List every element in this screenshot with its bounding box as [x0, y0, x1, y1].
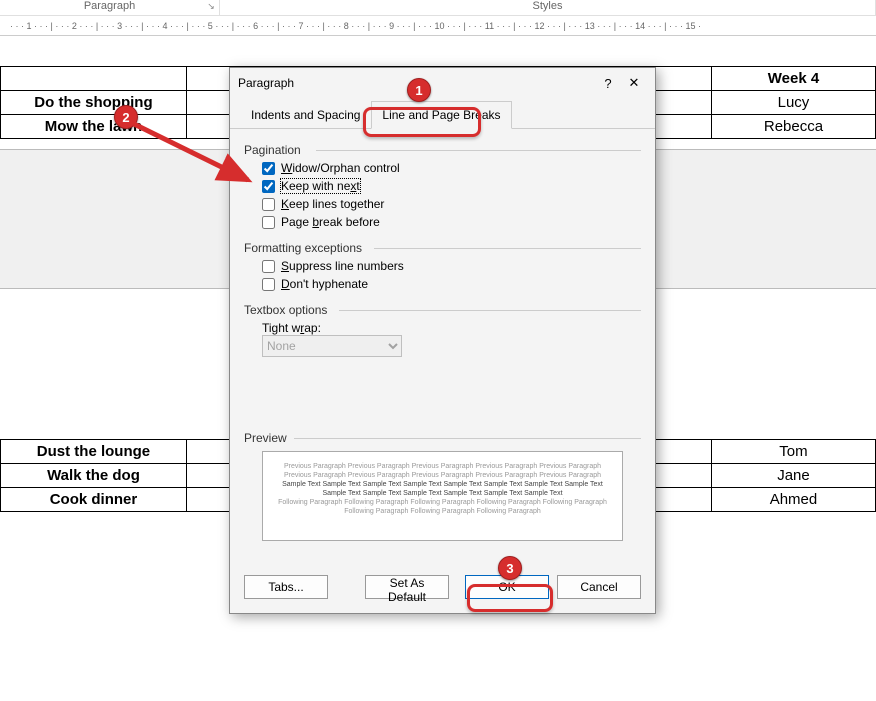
tabs-button[interactable]: Tabs...	[244, 575, 328, 599]
keep-lines-checkbox[interactable]	[262, 198, 275, 211]
dialog-body: Pagination Widow/Orphan control Keep wit…	[230, 129, 655, 565]
tight-wrap-select: None	[262, 335, 402, 357]
dialog-button-row: Tabs... Set As Default OK Cancel	[230, 565, 655, 613]
paragraph-dialog-launcher-icon[interactable]: ↘	[206, 1, 216, 11]
dialog-tabbar: Indents and Spacing Line and Page Breaks	[230, 98, 655, 129]
group-preview: Preview	[244, 431, 641, 445]
table-header[interactable]: Week 4	[711, 67, 875, 91]
checkbox-keep-with-next[interactable]: Keep with next	[262, 179, 641, 193]
tab-line-page-breaks[interactable]: Line and Page Breaks	[371, 101, 511, 129]
widow-orphan-label: Widow/Orphan control	[281, 161, 400, 175]
suppress-lines-checkbox[interactable]	[262, 260, 275, 273]
preview-follow-text: Following Paragraph Following Paragraph …	[273, 498, 612, 516]
tight-wrap-label: Tight wrap:	[262, 321, 641, 335]
keep-lines-label: Keep lines together	[281, 197, 384, 211]
cell[interactable]: Lucy	[711, 91, 875, 115]
group-formatting-exceptions: Formatting exceptions	[244, 241, 641, 255]
dialog-titlebar[interactable]: Paragraph ? ✕	[230, 68, 655, 98]
help-button[interactable]: ?	[595, 76, 621, 91]
ribbon-group-labels: Paragraph ↘ Styles	[0, 0, 876, 16]
row-label[interactable]: Walk the dog	[1, 464, 187, 488]
row-label[interactable]: Do the shopping	[1, 91, 187, 115]
dont-hyphenate-label: Don't hyphenate	[281, 277, 368, 291]
ribbon-group-paragraph: Paragraph ↘	[0, 0, 220, 15]
dont-hyphenate-checkbox[interactable]	[262, 278, 275, 291]
tab-indents-spacing[interactable]: Indents and Spacing	[240, 101, 371, 129]
cell[interactable]: Rebecca	[711, 115, 875, 139]
preview-sample-text: Sample Text Sample Text Sample Text Samp…	[273, 480, 612, 498]
ribbon-group-label: Paragraph	[84, 0, 135, 12]
ribbon-group-styles: Styles	[220, 0, 876, 15]
row-label[interactable]: Cook dinner	[1, 488, 187, 512]
page-break-checkbox[interactable]	[262, 216, 275, 229]
close-button[interactable]: ✕	[621, 75, 647, 91]
row-label[interactable]: Dust the lounge	[1, 440, 187, 464]
annotation-badge-3: 3	[498, 556, 522, 580]
page-break-label: Page break before	[281, 215, 380, 229]
checkbox-widow-orphan[interactable]: Widow/Orphan control	[262, 161, 641, 175]
annotation-badge-1: 1	[407, 78, 431, 102]
dialog-title: Paragraph	[238, 76, 294, 90]
horizontal-ruler[interactable]: · · · 1 · · · | · · · 2 · · · | · · · 3 …	[0, 16, 876, 36]
set-as-default-button[interactable]: Set As Default	[365, 575, 449, 599]
row-label[interactable]: Mow the lawn	[1, 115, 187, 139]
suppress-lines-label: Suppress line numbers	[281, 259, 404, 273]
cell[interactable]: Tom	[711, 440, 875, 464]
cell[interactable]: Jane	[711, 464, 875, 488]
cell[interactable]: Ahmed	[711, 488, 875, 512]
cancel-button[interactable]: Cancel	[557, 575, 641, 599]
preview-area: Previous Paragraph Previous Paragraph Pr…	[262, 451, 623, 541]
paragraph-dialog: Paragraph ? ✕ Indents and Spacing Line a…	[229, 67, 656, 614]
checkbox-page-break-before[interactable]: Page break before	[262, 215, 641, 229]
group-textbox-options: Textbox options	[244, 303, 641, 317]
widow-orphan-checkbox[interactable]	[262, 162, 275, 175]
annotation-badge-2: 2	[114, 105, 138, 129]
checkbox-suppress-line-numbers[interactable]: Suppress line numbers	[262, 259, 641, 273]
group-pagination: Pagination	[244, 143, 641, 157]
checkbox-dont-hyphenate[interactable]: Don't hyphenate	[262, 277, 641, 291]
keep-with-next-label: Keep with next	[281, 179, 360, 193]
keep-with-next-checkbox[interactable]	[262, 180, 275, 193]
preview-prev-text: Previous Paragraph Previous Paragraph Pr…	[273, 462, 612, 480]
tight-wrap-row: Tight wrap: None	[262, 321, 641, 357]
ribbon-group-label: Styles	[533, 0, 563, 12]
checkbox-keep-lines-together[interactable]: Keep lines together	[262, 197, 641, 211]
